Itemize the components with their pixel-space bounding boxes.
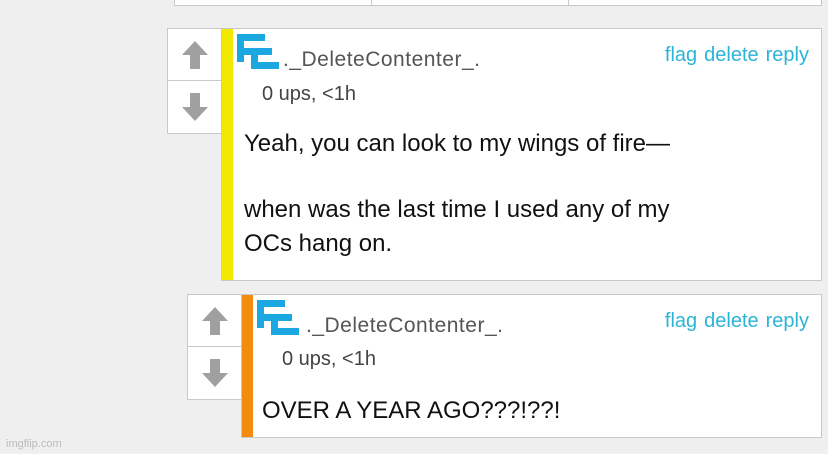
avatar[interactable] xyxy=(257,300,299,338)
comment-reply: ._DeleteContenter_. flag delete reply 0 up… xyxy=(241,294,822,438)
comment-username[interactable]: ._DeleteContenter_. xyxy=(283,48,480,72)
comment-depth-stripe xyxy=(242,295,253,437)
comment-meta: 0 ups, <1h xyxy=(262,83,356,105)
comment-paragraph: OCs hang on. xyxy=(244,230,393,257)
delete-link[interactable]: delete xyxy=(704,44,759,66)
comment-body: OVER A YEAR AGO???!??! xyxy=(262,394,560,428)
comment-actions: flag delete reply xyxy=(658,44,809,67)
downvote-button[interactable] xyxy=(188,347,241,399)
comment-username[interactable]: ._DeleteContenter_. xyxy=(306,314,503,338)
footer-divider xyxy=(568,0,569,5)
flag-link[interactable]: flag xyxy=(665,44,697,66)
upvote-button[interactable] xyxy=(188,295,241,347)
footer-divider xyxy=(371,0,372,5)
downvote-button[interactable] xyxy=(168,81,221,133)
comment-paragraph: Yeah, you can look to my wings of fire— xyxy=(244,130,670,157)
arrow-down-icon xyxy=(181,93,208,121)
avatar[interactable] xyxy=(237,34,279,72)
upvote-button[interactable] xyxy=(168,29,221,81)
comment-actions: flag delete reply xyxy=(658,310,809,333)
reply-link[interactable]: reply xyxy=(766,310,809,332)
comment-meta: 0 ups, <1h xyxy=(282,348,376,370)
watermark: imgflip.com xyxy=(6,438,62,450)
vote-box xyxy=(187,294,242,400)
vote-box xyxy=(167,28,222,134)
flag-link[interactable]: flag xyxy=(665,310,697,332)
arrow-down-icon xyxy=(201,359,228,387)
comment-paragraph: OVER A YEAR AGO???!??! xyxy=(262,397,561,424)
comment-body: Yeah, you can look to my wings of fire— … xyxy=(244,127,670,261)
reply-link[interactable]: reply xyxy=(766,44,809,66)
comment-depth-stripe xyxy=(222,29,233,280)
arrow-up-icon xyxy=(181,40,208,69)
arrow-up-icon xyxy=(201,306,228,335)
previous-comment-footer xyxy=(174,0,822,6)
comment: ._DeleteContenter_. flag delete reply 0 up… xyxy=(221,28,822,281)
delete-link[interactable]: delete xyxy=(704,310,759,332)
comment-paragraph: when was the last time I used any of my xyxy=(244,196,670,223)
